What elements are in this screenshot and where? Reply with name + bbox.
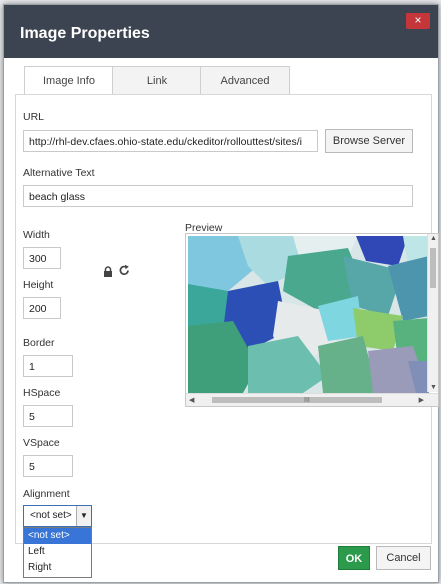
tab-image-info[interactable]: Image Info — [24, 66, 114, 97]
preview-vertical-scrollbar[interactable]: ▲ ▼ — [427, 234, 438, 392]
cancel-button[interactable]: Cancel — [376, 546, 431, 570]
chevron-down-icon[interactable]: ▼ — [76, 506, 91, 526]
height-input[interactable]: 200 — [23, 297, 61, 319]
scroll-up-arrow-icon[interactable]: ▲ — [430, 235, 437, 242]
dialog-titlebar[interactable]: Image Properties × — [4, 5, 438, 58]
lock-icon[interactable] — [103, 266, 113, 280]
tab-advanced[interactable]: Advanced — [200, 66, 290, 97]
width-label: Width — [23, 229, 50, 241]
alignment-option-right[interactable]: Right — [24, 560, 91, 576]
preview-horizontal-scrollbar[interactable]: ◀ III ▶ — [186, 393, 438, 406]
alt-text-label: Alternative Text — [23, 167, 95, 179]
preview-vertical-scroll-thumb[interactable] — [430, 248, 436, 288]
alignment-label: Alignment — [23, 488, 70, 500]
beach-glass-image — [188, 236, 429, 393]
preview-box: ▲ ▼ ◀ III ▶ — [185, 233, 439, 407]
scroll-grip-mark: III — [304, 397, 310, 404]
scroll-left-arrow-icon[interactable]: ◀ — [189, 396, 194, 404]
tab-link[interactable]: Link — [112, 66, 202, 97]
border-label: Border — [23, 337, 55, 349]
alignment-selected-value: <not set> — [30, 510, 72, 521]
alignment-dropdown-list: <not set> Left Right — [23, 527, 92, 578]
alignment-option-left[interactable]: Left — [24, 544, 91, 560]
url-label: URL — [23, 111, 45, 123]
hspace-input[interactable]: 5 — [23, 405, 73, 427]
alt-text-input[interactable]: beach glass — [23, 185, 413, 207]
width-input[interactable]: 300 — [23, 247, 61, 269]
scroll-right-arrow-icon[interactable]: ▶ — [419, 396, 424, 404]
height-label: Height — [23, 279, 54, 291]
preview-horizontal-scroll-thumb[interactable]: III — [212, 397, 382, 404]
alignment-option-not-set[interactable]: <not set> — [24, 528, 91, 544]
scroll-down-arrow-icon[interactable]: ▼ — [430, 384, 437, 391]
url-input[interactable]: http://rhl-dev.cfaes.ohio-state.edu/cked… — [23, 130, 318, 152]
close-button[interactable]: × — [406, 13, 430, 29]
vspace-input[interactable]: 5 — [23, 455, 73, 477]
dialog-title: Image Properties — [20, 25, 150, 42]
hspace-label: HSpace — [23, 387, 61, 399]
alignment-select[interactable]: <not set> ▼ — [23, 505, 92, 527]
border-input[interactable]: 1 — [23, 355, 73, 377]
ok-button[interactable]: OK — [338, 546, 370, 570]
vspace-label: VSpace — [23, 437, 60, 449]
browse-server-button[interactable]: Browse Server — [325, 129, 413, 153]
reset-size-icon[interactable] — [119, 264, 130, 279]
